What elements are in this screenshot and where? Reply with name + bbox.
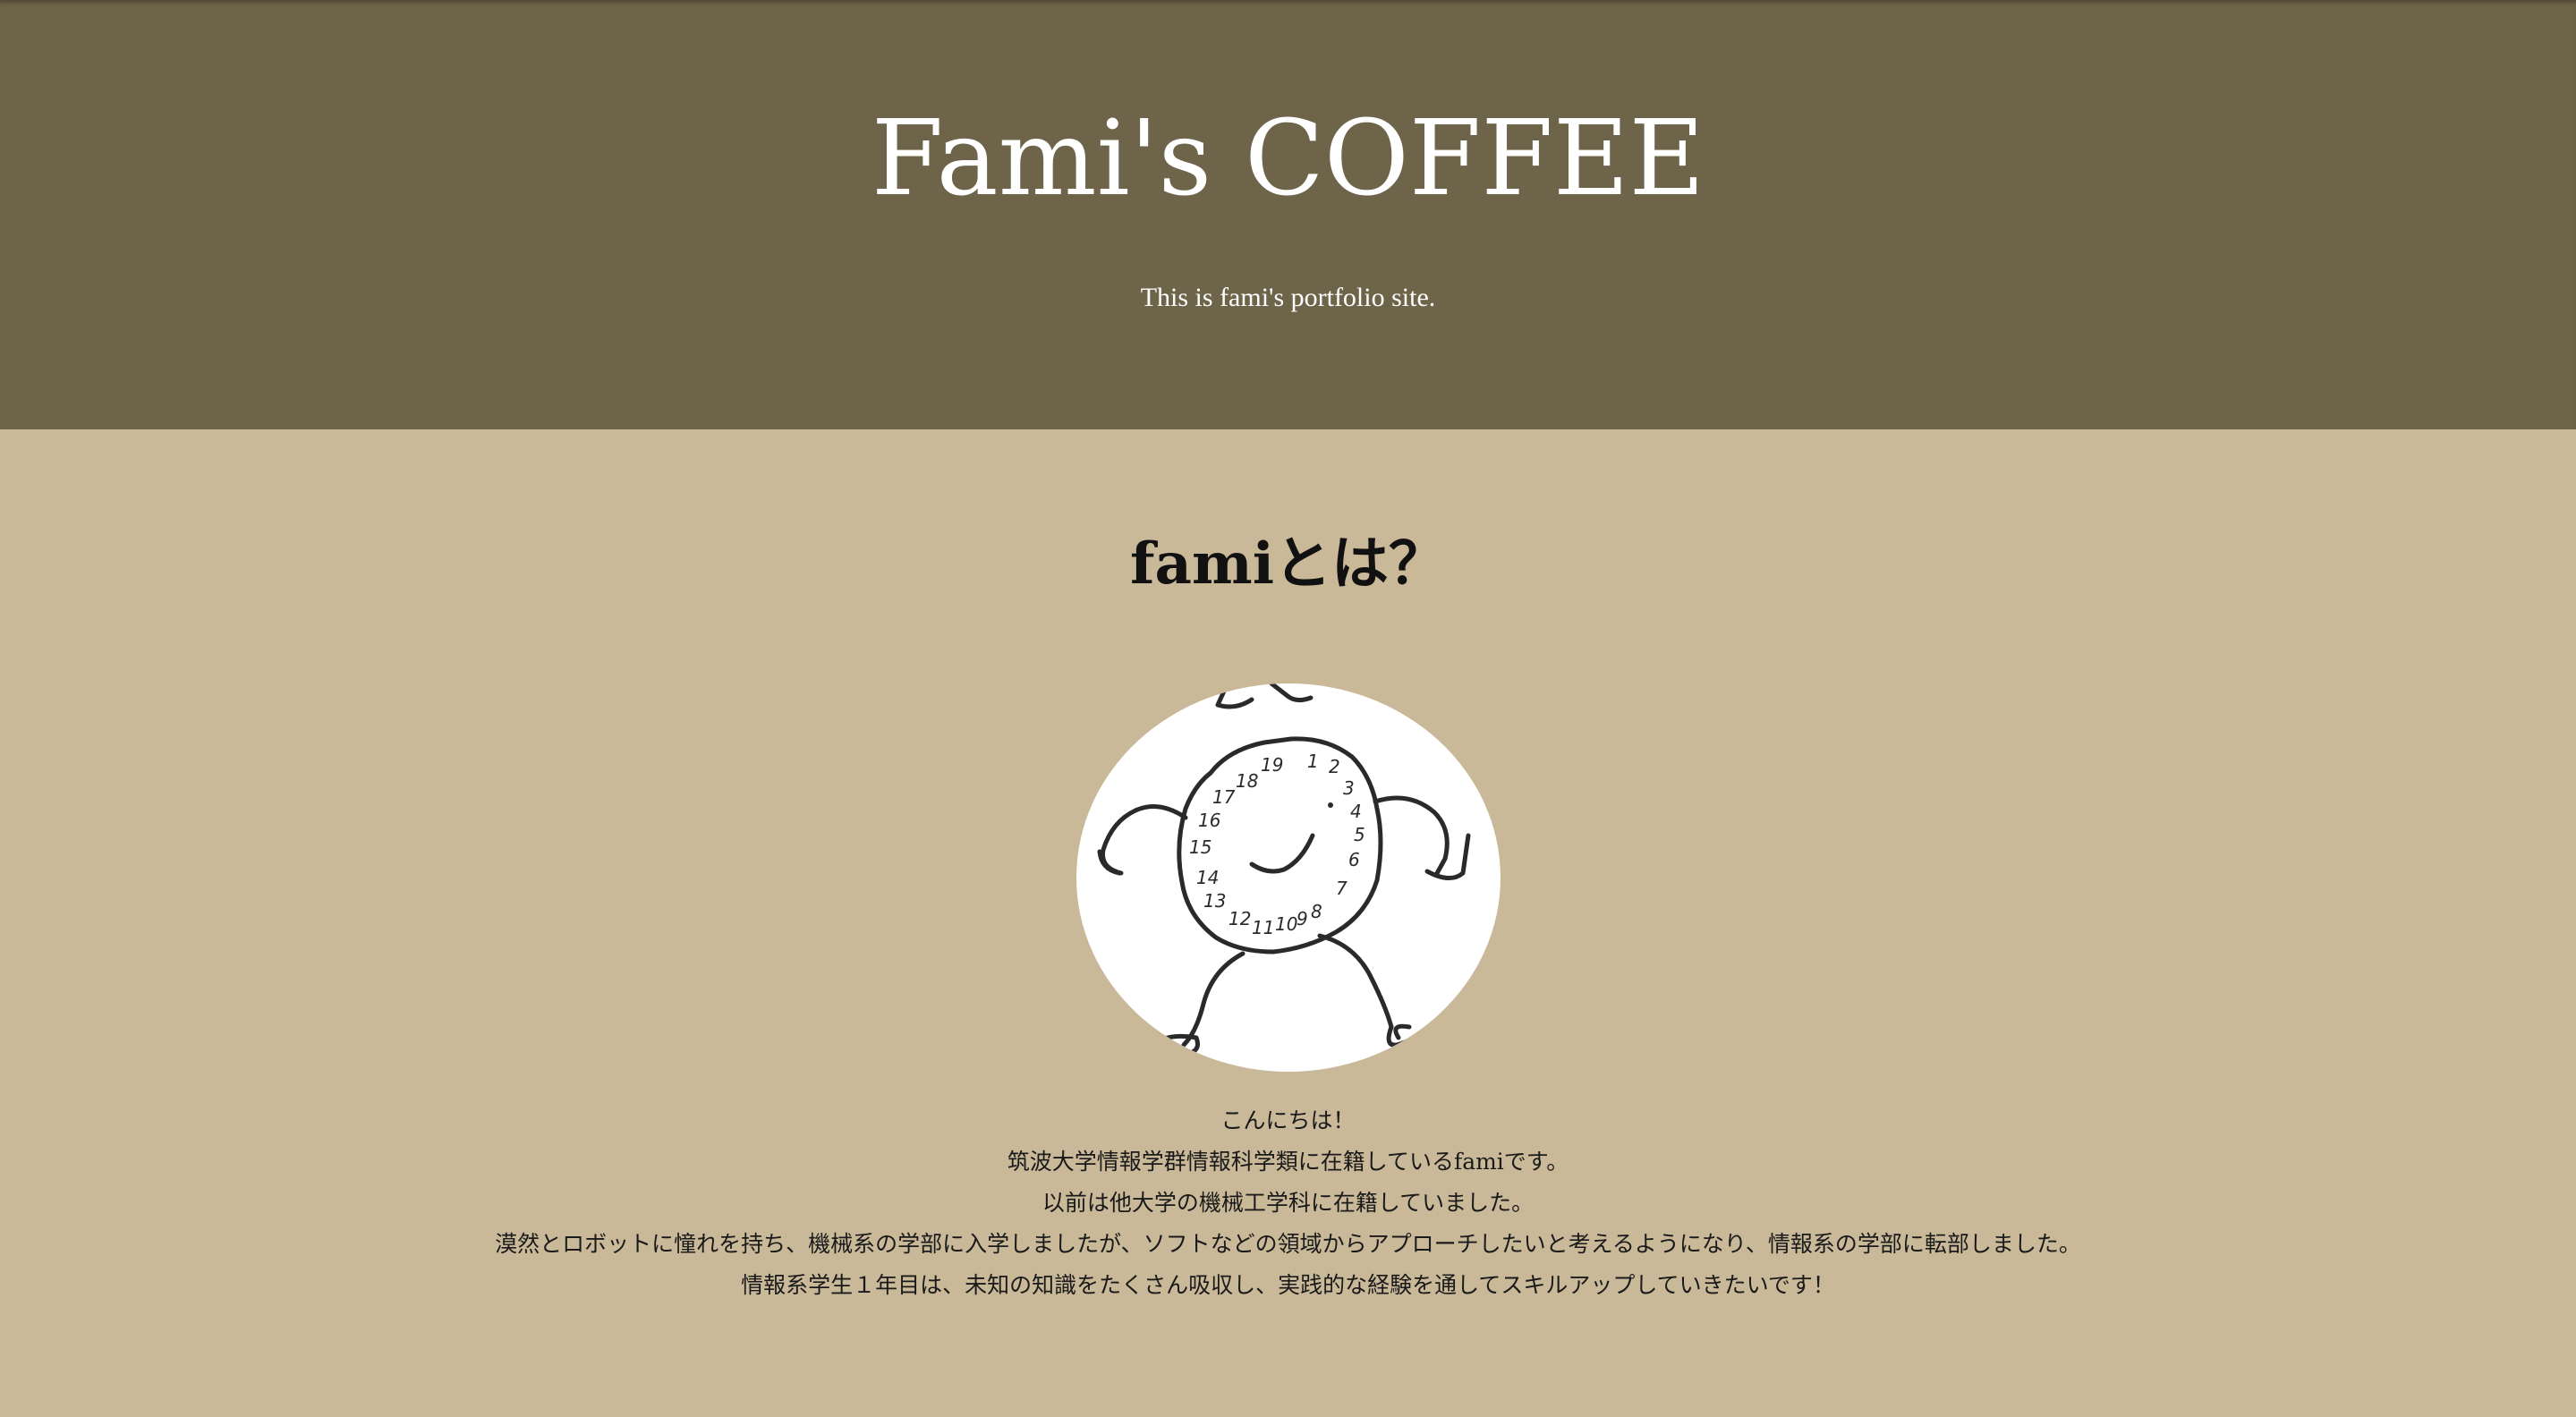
clock-character-icon: 1 2 3 4 5 6 7 8 9 10 11 12 13 14 15 16 1… bbox=[1097, 683, 1471, 1056]
svg-text:7: 7 bbox=[1336, 878, 1348, 899]
site-subtitle: This is fami's portfolio site. bbox=[1140, 283, 1436, 312]
svg-text:1: 1 bbox=[1307, 751, 1319, 772]
svg-text:14: 14 bbox=[1196, 867, 1219, 888]
site-title: Fami's COFFEE bbox=[871, 98, 1705, 219]
intro-line: 漠然とロボットに憧れを持ち、機械系の学部に入学しましたが、ソフトなどの領域からア… bbox=[495, 1231, 2081, 1257]
svg-text:9: 9 bbox=[1297, 908, 1308, 929]
site-header: Fami's COFFEE This is fami's portfolio s… bbox=[0, 0, 2576, 429]
svg-text:8: 8 bbox=[1311, 901, 1322, 922]
about-section: famiとは？ 1 2 3 4 5 6 7 8 9 10 11 12 13 14… bbox=[0, 429, 2576, 1417]
svg-text:15: 15 bbox=[1189, 836, 1211, 858]
svg-text:5: 5 bbox=[1354, 824, 1365, 845]
svg-text:6: 6 bbox=[1348, 849, 1360, 870]
intro-text: こんにちは！ 筑波大学情報学群情報科学類に在籍しているfamiです。 以前は他大… bbox=[0, 1100, 2576, 1306]
svg-text:13: 13 bbox=[1203, 890, 1226, 912]
intro-line: 情報系学生１年目は、未知の知識をたくさん吸収し、実践的な経験を通してスキルアップ… bbox=[741, 1272, 1835, 1298]
svg-text:18: 18 bbox=[1236, 770, 1258, 792]
avatar: 1 2 3 4 5 6 7 8 9 10 11 12 13 14 15 16 1… bbox=[1076, 683, 1501, 1072]
intro-line: こんにちは！ bbox=[1220, 1107, 1356, 1133]
intro-line: 以前は他大学の機械工学科に在籍していました。 bbox=[1041, 1190, 1535, 1216]
svg-text:11: 11 bbox=[1252, 917, 1274, 938]
svg-text:3: 3 bbox=[1343, 777, 1355, 799]
svg-text:16: 16 bbox=[1198, 810, 1220, 831]
svg-text:19: 19 bbox=[1261, 754, 1283, 776]
svg-text:12: 12 bbox=[1228, 908, 1251, 929]
svg-text:17: 17 bbox=[1212, 786, 1236, 808]
svg-text:4: 4 bbox=[1350, 801, 1362, 822]
intro-line: 筑波大学情報学群情報科学類に在籍しているfamiです。 bbox=[1007, 1149, 1569, 1175]
svg-text:2: 2 bbox=[1329, 756, 1340, 777]
svg-text:10: 10 bbox=[1275, 913, 1297, 935]
about-heading: famiとは？ bbox=[1129, 530, 1447, 598]
